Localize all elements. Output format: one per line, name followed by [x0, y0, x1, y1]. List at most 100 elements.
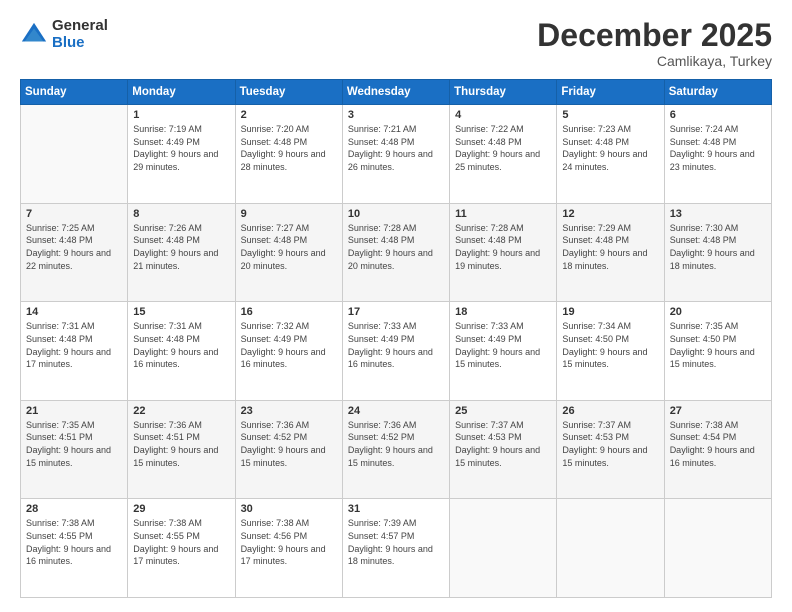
calendar-cell: 28 Sunrise: 7:38 AMSunset: 4:55 PMDayligh…: [21, 499, 128, 598]
page: General Blue December 2025 Camlikaya, Tu…: [0, 0, 792, 612]
calendar-cell: [450, 499, 557, 598]
day-number: 11: [455, 208, 551, 220]
day-number: 24: [348, 405, 444, 417]
day-info: Sunrise: 7:20 AMSunset: 4:48 PMDaylight:…: [241, 123, 337, 173]
calendar-cell: 23Sunrise: 7:36 AMSunset: 4:52 PMDayligh…: [235, 400, 342, 499]
calendar-cell: 17 Sunrise: 7:33 AMSunset: 4:49 PMDayligh…: [342, 302, 449, 401]
calendar-cell: 4 Sunrise: 7:22 AMSunset: 4:48 PMDaylight…: [450, 105, 557, 204]
day-info: Sunrise: 7:21 AMSunset: 4:48 PMDaylight:…: [348, 123, 444, 173]
day-info: Sunrise: 7:35 AMSunset: 4:51 PMDaylight:…: [26, 419, 122, 469]
day-info: Sunrise: 7:23 AMSunset: 4:48 PMDaylight:…: [562, 123, 658, 173]
calendar-cell: 30Sunrise: 7:38 AMSunset: 4:56 PMDayligh…: [235, 499, 342, 598]
calendar-cell: [21, 105, 128, 204]
calendar-cell: 18Sunrise: 7:33 AMSunset: 4:49 PMDayligh…: [450, 302, 557, 401]
day-number: 27: [670, 405, 766, 417]
day-info: Sunrise: 7:36 AMSunset: 4:52 PMDaylight:…: [348, 419, 444, 469]
calendar-cell: 11Sunrise: 7:28 AMSunset: 4:48 PMDayligh…: [450, 203, 557, 302]
calendar-cell: 10 Sunrise: 7:28 AMSunset: 4:48 PMDayligh…: [342, 203, 449, 302]
calendar-cell: 31 Sunrise: 7:39 AMSunset: 4:57 PMDayligh…: [342, 499, 449, 598]
day-number: 31: [348, 503, 444, 515]
day-number: 26: [562, 405, 658, 417]
day-info: Sunrise: 7:27 AMSunset: 4:48 PMDaylight:…: [241, 222, 337, 272]
day-number: 25: [455, 405, 551, 417]
day-header-saturday: Saturday: [664, 80, 771, 105]
calendar-cell: 5Sunrise: 7:23 AMSunset: 4:48 PMDaylight…: [557, 105, 664, 204]
calendar-cell: 27 Sunrise: 7:38 AMSunset: 4:54 PMDayligh…: [664, 400, 771, 499]
calendar-cell: 12 Sunrise: 7:29 AMSunset: 4:48 PMDayligh…: [557, 203, 664, 302]
calendar-cell: 15Sunrise: 7:31 AMSunset: 4:48 PMDayligh…: [128, 302, 235, 401]
calendar-cell: 13Sunrise: 7:30 AMSunset: 4:48 PMDayligh…: [664, 203, 771, 302]
day-number: 30: [241, 503, 337, 515]
day-info: Sunrise: 7:39 AMSunset: 4:57 PMDaylight:…: [348, 517, 444, 567]
day-number: 3: [348, 109, 444, 121]
logo-icon: [20, 21, 48, 49]
day-header-monday: Monday: [128, 80, 235, 105]
day-info: Sunrise: 7:36 AMSunset: 4:51 PMDaylight:…: [133, 419, 229, 469]
calendar-cell: 7 Sunrise: 7:25 AMSunset: 4:48 PMDaylight…: [21, 203, 128, 302]
calendar-cell: 29Sunrise: 7:38 AMSunset: 4:55 PMDayligh…: [128, 499, 235, 598]
calendar-cell: 22 Sunrise: 7:36 AMSunset: 4:51 PMDayligh…: [128, 400, 235, 499]
day-header-tuesday: Tuesday: [235, 80, 342, 105]
calendar-cell: [557, 499, 664, 598]
day-number: 20: [670, 306, 766, 318]
calendar-cell: 21 Sunrise: 7:35 AMSunset: 4:51 PMDayligh…: [21, 400, 128, 499]
day-header-thursday: Thursday: [450, 80, 557, 105]
day-number: 17: [348, 306, 444, 318]
day-info: Sunrise: 7:31 AMSunset: 4:48 PMDaylight:…: [26, 320, 122, 370]
day-number: 21: [26, 405, 122, 417]
day-info: Sunrise: 7:32 AMSunset: 4:49 PMDaylight:…: [241, 320, 337, 370]
day-info: Sunrise: 7:25 AMSunset: 4:48 PMDaylight:…: [26, 222, 122, 272]
header: General Blue December 2025 Camlikaya, Tu…: [20, 18, 772, 69]
calendar-cell: 25 Sunrise: 7:37 AMSunset: 4:53 PMDayligh…: [450, 400, 557, 499]
day-info: Sunrise: 7:35 AMSunset: 4:50 PMDaylight:…: [670, 320, 766, 370]
day-info: Sunrise: 7:38 AMSunset: 4:55 PMDaylight:…: [26, 517, 122, 567]
calendar-table: SundayMondayTuesdayWednesdayThursdayFrid…: [20, 79, 772, 598]
day-info: Sunrise: 7:33 AMSunset: 4:49 PMDaylight:…: [455, 320, 551, 370]
calendar-week-row: 21 Sunrise: 7:35 AMSunset: 4:51 PMDayligh…: [21, 400, 772, 499]
calendar-cell: 2 Sunrise: 7:20 AMSunset: 4:48 PMDaylight…: [235, 105, 342, 204]
calendar-cell: 3 Sunrise: 7:21 AMSunset: 4:48 PMDaylight…: [342, 105, 449, 204]
calendar-cell: 14Sunrise: 7:31 AMSunset: 4:48 PMDayligh…: [21, 302, 128, 401]
logo: General Blue: [20, 18, 108, 51]
day-info: Sunrise: 7:26 AMSunset: 4:48 PMDaylight:…: [133, 222, 229, 272]
day-number: 6: [670, 109, 766, 121]
day-number: 29: [133, 503, 229, 515]
day-number: 1: [133, 109, 229, 121]
month-title: December 2025: [537, 18, 772, 53]
day-number: 22: [133, 405, 229, 417]
day-info: Sunrise: 7:30 AMSunset: 4:48 PMDaylight:…: [670, 222, 766, 272]
day-number: 4: [455, 109, 551, 121]
calendar-cell: 8Sunrise: 7:26 AMSunset: 4:48 PMDaylight…: [128, 203, 235, 302]
calendar-cell: 16 Sunrise: 7:32 AMSunset: 4:49 PMDayligh…: [235, 302, 342, 401]
day-number: 28: [26, 503, 122, 515]
calendar-cell: 19Sunrise: 7:34 AMSunset: 4:50 PMDayligh…: [557, 302, 664, 401]
day-info: Sunrise: 7:37 AMSunset: 4:53 PMDaylight:…: [455, 419, 551, 469]
calendar-cell: 24 Sunrise: 7:36 AMSunset: 4:52 PMDayligh…: [342, 400, 449, 499]
day-number: 7: [26, 208, 122, 220]
calendar-week-row: 1 Sunrise: 7:19 AMSunset: 4:49 PMDaylight…: [21, 105, 772, 204]
day-number: 2: [241, 109, 337, 121]
day-info: Sunrise: 7:28 AMSunset: 4:48 PMDaylight:…: [348, 222, 444, 272]
day-number: 19: [562, 306, 658, 318]
day-header-wednesday: Wednesday: [342, 80, 449, 105]
day-info: Sunrise: 7:19 AMSunset: 4:49 PMDaylight:…: [133, 123, 229, 173]
location: Camlikaya, Turkey: [537, 53, 772, 69]
day-header-friday: Friday: [557, 80, 664, 105]
day-info: Sunrise: 7:37 AMSunset: 4:53 PMDaylight:…: [562, 419, 658, 469]
calendar-cell: 6Sunrise: 7:24 AMSunset: 4:48 PMDaylight…: [664, 105, 771, 204]
day-info: Sunrise: 7:29 AMSunset: 4:48 PMDaylight:…: [562, 222, 658, 272]
calendar-cell: 20 Sunrise: 7:35 AMSunset: 4:50 PMDayligh…: [664, 302, 771, 401]
calendar-week-row: 7 Sunrise: 7:25 AMSunset: 4:48 PMDaylight…: [21, 203, 772, 302]
day-header-sunday: Sunday: [21, 80, 128, 105]
day-info: Sunrise: 7:38 AMSunset: 4:54 PMDaylight:…: [670, 419, 766, 469]
calendar-cell: [664, 499, 771, 598]
day-number: 10: [348, 208, 444, 220]
day-info: Sunrise: 7:22 AMSunset: 4:48 PMDaylight:…: [455, 123, 551, 173]
logo-blue: Blue: [52, 35, 108, 52]
day-number: 23: [241, 405, 337, 417]
calendar-cell: 9Sunrise: 7:27 AMSunset: 4:48 PMDaylight…: [235, 203, 342, 302]
day-number: 16: [241, 306, 337, 318]
day-info: Sunrise: 7:31 AMSunset: 4:48 PMDaylight:…: [133, 320, 229, 370]
day-number: 12: [562, 208, 658, 220]
day-info: Sunrise: 7:33 AMSunset: 4:49 PMDaylight:…: [348, 320, 444, 370]
